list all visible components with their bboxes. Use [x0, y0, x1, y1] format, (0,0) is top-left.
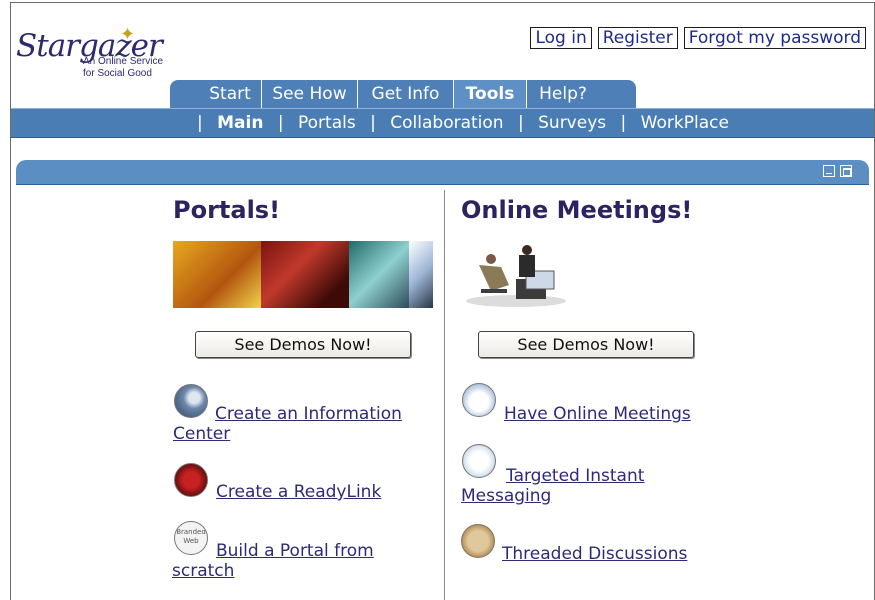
- online-meetings-title: Online Meetings!: [461, 196, 693, 224]
- login-link[interactable]: Log in: [530, 27, 592, 49]
- threaded-discussions-link[interactable]: Threaded Discussions: [502, 544, 687, 564]
- subnav-collaboration[interactable]: Collaboration: [390, 113, 503, 133]
- build-portal-link-line2[interactable]: scratch: [172, 561, 234, 581]
- discussion-envelope-icon[interactable]: [461, 524, 495, 558]
- stargazer-logo[interactable]: Stargazer ✦ An Online Service for Social…: [16, 24, 176, 82]
- tab-tools[interactable]: Tools: [453, 80, 526, 108]
- subnav-main[interactable]: Main: [217, 113, 263, 133]
- meeting-photo-image: [466, 245, 566, 307]
- forgot-password-link[interactable]: Forgot my password: [683, 27, 866, 49]
- column-divider: [444, 190, 445, 600]
- chat-bubbles-icon[interactable]: [462, 444, 496, 478]
- main-tabs: Start See How Get Info Tools Help?: [170, 80, 636, 108]
- logo-tagline-2: for Social Good: [83, 68, 152, 79]
- create-info-center-link-line2[interactable]: Center: [173, 424, 230, 444]
- targeted-messaging-link-line2[interactable]: Messaging: [461, 486, 551, 506]
- build-portal-link[interactable]: Build a Portal from: [216, 541, 374, 561]
- star-icon: ✦: [120, 24, 136, 45]
- tab-see-how[interactable]: See How: [261, 80, 357, 108]
- subnav-portals[interactable]: Portals: [298, 113, 356, 133]
- branded-web-icon[interactable]: Branded Web: [174, 521, 208, 555]
- subnav-workplace[interactable]: WorkPlace: [641, 113, 729, 133]
- tab-start[interactable]: Start: [200, 80, 260, 108]
- portals-see-demos-button[interactable]: See Demos Now!: [195, 331, 411, 358]
- create-readylink-link[interactable]: Create a ReadyLink: [216, 482, 381, 502]
- create-info-center-link[interactable]: Create an Information: [215, 404, 402, 424]
- subnav-surveys[interactable]: Surveys: [538, 113, 606, 133]
- meetings-see-demos-button[interactable]: See Demos Now!: [478, 331, 694, 358]
- panel-header-bar: [16, 160, 869, 185]
- tab-help[interactable]: Help?: [526, 80, 599, 108]
- logo-tagline-1: An Online Service: [83, 56, 164, 67]
- info-center-icon[interactable]: [174, 384, 208, 418]
- maximize-icon[interactable]: [840, 165, 852, 177]
- register-link[interactable]: Register: [597, 27, 678, 49]
- have-online-meetings-link[interactable]: Have Online Meetings: [504, 404, 691, 424]
- minimize-icon[interactable]: [823, 165, 835, 177]
- readylink-icon[interactable]: [174, 463, 208, 497]
- tab-get-info[interactable]: Get Info: [357, 80, 453, 108]
- portals-title: Portals!: [173, 196, 281, 224]
- coffee-cup-icon[interactable]: [462, 383, 496, 417]
- portals-collage-image: [173, 241, 433, 308]
- sub-navigation: | Main | Portals | Collaboration | Surve…: [11, 108, 874, 138]
- account-links: Log in Register Forgot my password: [530, 27, 866, 49]
- targeted-messaging-link[interactable]: Targeted Instant: [506, 466, 644, 486]
